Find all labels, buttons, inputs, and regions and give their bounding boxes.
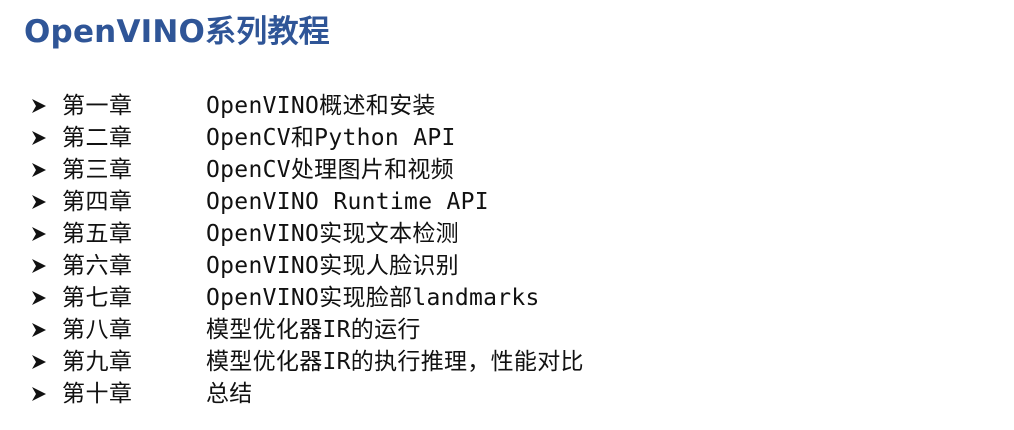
arrowhead-bullet-icon <box>28 159 50 181</box>
chapter-title: 模型优化器IR的执行推理，性能对比 <box>206 349 584 375</box>
chapter-item: 第四章 OpenVINO Runtime API <box>28 186 584 218</box>
chapter-number: 第一章 <box>62 93 133 119</box>
chapter-number: 第七章 <box>62 285 133 311</box>
chapter-item: 第八章 模型优化器IR的运行 <box>28 314 584 346</box>
chapter-title: OpenVINO实现文本检测 <box>206 221 459 247</box>
chapter-item: 第三章 OpenCV处理图片和视频 <box>28 154 584 186</box>
chapter-number: 第三章 <box>62 157 133 183</box>
chapter-title: OpenCV处理图片和视频 <box>206 157 454 183</box>
chapter-title: 总结 <box>206 381 253 407</box>
arrowhead-bullet-icon <box>28 127 50 149</box>
arrowhead-bullet-icon <box>28 287 50 309</box>
chapter-list: 第一章 OpenVINO概述和安装 第二章 OpenCV和Python API … <box>28 90 584 410</box>
arrowhead-bullet-icon <box>28 95 50 117</box>
chapter-title: OpenVINO概述和安装 <box>206 93 436 119</box>
chapter-item: 第二章 OpenCV和Python API <box>28 122 584 154</box>
chapter-item: 第七章 OpenVINO实现脸部landmarks <box>28 282 584 314</box>
chapter-number: 第四章 <box>62 189 133 215</box>
arrowhead-bullet-icon <box>28 319 50 341</box>
arrowhead-bullet-icon <box>28 255 50 277</box>
chapter-number: 第十章 <box>62 381 133 407</box>
chapter-number: 第五章 <box>62 221 133 247</box>
arrowhead-bullet-icon <box>28 223 50 245</box>
chapter-number: 第九章 <box>62 349 133 375</box>
chapter-number: 第二章 <box>62 125 133 151</box>
chapter-title: 模型优化器IR的运行 <box>206 317 421 343</box>
chapter-number: 第六章 <box>62 253 133 279</box>
page-title: OpenVINO系列教程 <box>24 14 330 50</box>
chapter-title: OpenVINO Runtime API <box>206 189 489 215</box>
chapter-item: 第十章 总结 <box>28 378 584 410</box>
chapter-title: OpenVINO实现人脸识别 <box>206 253 459 279</box>
arrowhead-bullet-icon <box>28 191 50 213</box>
arrowhead-bullet-icon <box>28 383 50 405</box>
chapter-title: OpenCV和Python API <box>206 125 456 151</box>
chapter-item: 第一章 OpenVINO概述和安装 <box>28 90 584 122</box>
document-page: OpenVINO系列教程 第一章 OpenVINO概述和安装 第二章 OpenC… <box>0 0 1014 430</box>
chapter-title: OpenVINO实现脸部landmarks <box>206 285 540 311</box>
chapter-item: 第九章 模型优化器IR的执行推理，性能对比 <box>28 346 584 378</box>
chapter-item: 第六章 OpenVINO实现人脸识别 <box>28 250 584 282</box>
arrowhead-bullet-icon <box>28 351 50 373</box>
chapter-item: 第五章 OpenVINO实现文本检测 <box>28 218 584 250</box>
chapter-number: 第八章 <box>62 317 133 343</box>
